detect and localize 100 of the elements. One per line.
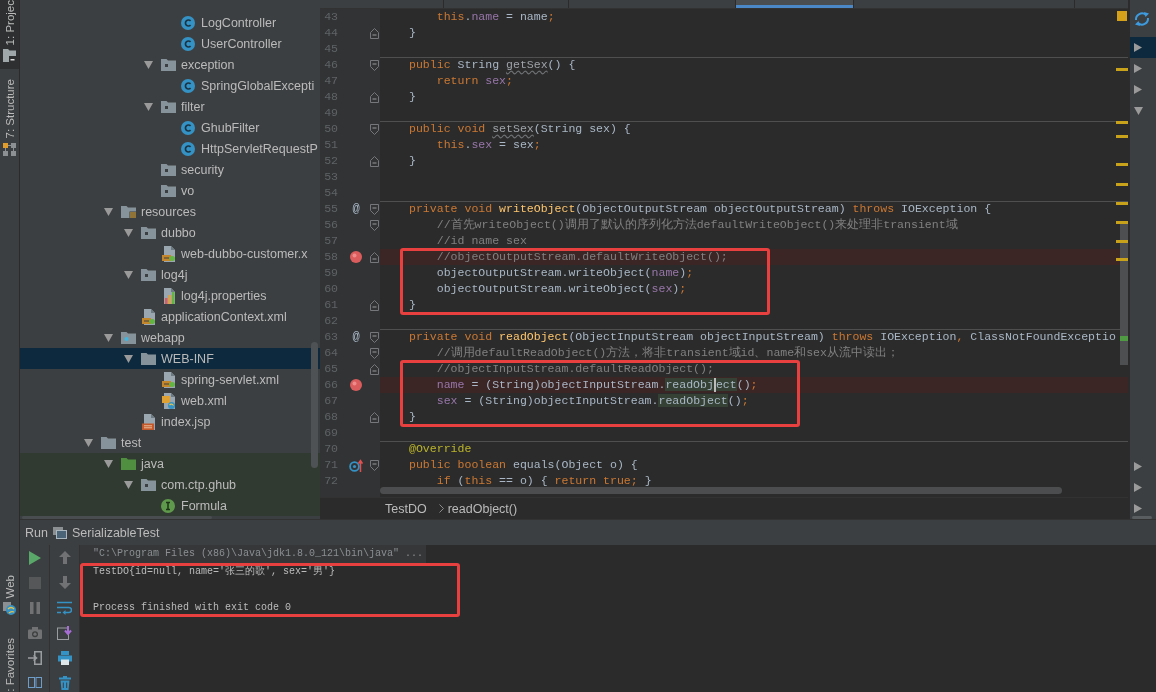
class-icon <box>181 78 195 93</box>
caret-down-icon[interactable] <box>103 333 113 342</box>
caret-down-icon[interactable] <box>103 207 113 216</box>
tree-item[interactable]: log4j.properties <box>20 285 320 306</box>
caret-down-icon[interactable] <box>1134 106 1143 115</box>
tree-item[interactable]: log4j <box>20 264 320 285</box>
caret-right-icon[interactable] <box>1134 43 1142 52</box>
refresh-button[interactable] <box>1133 10 1151 27</box>
fold-minus-icon[interactable] <box>370 123 379 135</box>
code-line: //首先writeObject()调用了默认的序列化方法defaultWriteObject()来处理非transient域 <box>436 218 958 231</box>
jsp-file-icon <box>141 413 155 430</box>
fold-minus-icon[interactable] <box>370 91 379 103</box>
code-line: this.sex = sex; <box>436 138 541 151</box>
source-folder-icon <box>120 457 136 470</box>
fold-minus-icon[interactable] <box>370 363 379 375</box>
tool-window-button[interactable]: 7: Structure <box>0 79 19 163</box>
tree-item[interactable]: Formula <box>20 495 320 516</box>
tree-item[interactable]: web.xml <box>20 390 320 411</box>
tree-item[interactable]: UserController <box>20 33 320 54</box>
run-configuration-tab[interactable]: SerializableTest <box>52 525 160 540</box>
pause-icon <box>29 601 40 614</box>
code-line: objectOutputStream.writeObject(name); <box>436 266 694 279</box>
tree-item[interactable]: SpringGlobalExcepti <box>20 75 320 96</box>
breadcrumb-item[interactable]: readObject() <box>447 501 518 516</box>
tab-label: SerializableTest <box>71 525 160 540</box>
code-line: //调用defaultReadObject()方法，将非transient域id、name和sex从流中读出； <box>436 346 899 359</box>
code-line: } <box>409 154 416 167</box>
gutter-marker[interactable]: @ <box>352 201 360 217</box>
text-cursor <box>713 378 716 392</box>
console-line: Process finished with exit code 0 <box>93 601 292 615</box>
tree-item[interactable]: webapp <box>20 327 320 348</box>
code-line: objectOutputStream.writeObject(sex); <box>436 282 687 295</box>
tool-window-button[interactable]: : Favorites <box>0 636 19 692</box>
tool-window-title: Run <box>25 525 48 540</box>
breakpoint-icon[interactable] <box>350 379 362 391</box>
camera-icon <box>27 626 42 639</box>
fold-minus-icon[interactable] <box>370 411 379 423</box>
printer-icon <box>57 650 72 665</box>
scrollbar-thumb[interactable] <box>311 342 318 468</box>
package-icon <box>160 58 176 71</box>
caret-right-icon[interactable] <box>1134 64 1142 73</box>
class-icon <box>181 15 195 30</box>
tree-item[interactable]: vo <box>20 180 320 201</box>
console-window-icon <box>52 526 67 539</box>
scrollbar-thumb[interactable] <box>380 487 1062 494</box>
web-xml-file-icon <box>161 392 175 409</box>
tree-item[interactable]: LogController <box>20 12 320 33</box>
caret-right-icon[interactable] <box>1134 504 1142 513</box>
caret-down-icon[interactable] <box>143 102 153 111</box>
tree-item[interactable]: java <box>20 453 320 474</box>
tool-window-button[interactable]: Web <box>0 573 19 623</box>
fold-minus-icon[interactable] <box>370 251 379 263</box>
code-line: if (this == o) { return true; } <box>436 474 652 487</box>
fold-minus-icon[interactable] <box>370 219 379 231</box>
stop-icon <box>28 576 41 589</box>
breakpoint-icon[interactable] <box>350 251 362 263</box>
tree-item[interactable]: GhubFilter <box>20 117 320 138</box>
tree-item[interactable]: exception <box>20 54 320 75</box>
fold-minus-icon[interactable] <box>370 155 379 167</box>
tree-item[interactable] <box>1130 37 1156 58</box>
tree-item[interactable]: applicationContext.xml <box>20 306 320 327</box>
arrow-up-icon <box>58 551 71 564</box>
fold-minus-icon[interactable] <box>370 331 379 343</box>
fold-minus-icon[interactable] <box>370 27 379 39</box>
fold-minus-icon[interactable] <box>370 347 379 359</box>
tree-item[interactable]: HttpServletRequestP <box>20 138 320 159</box>
fold-minus-icon[interactable] <box>370 203 379 215</box>
tree-item[interactable]: com.ctp.ghub <box>20 474 320 495</box>
tree-item[interactable]: index.jsp <box>20 411 320 432</box>
scrollbar-thumb[interactable] <box>1120 224 1128 365</box>
caret-down-icon[interactable] <box>123 480 133 489</box>
caret-down-icon[interactable] <box>123 270 133 279</box>
folder-icon <box>140 352 156 365</box>
fold-minus-icon[interactable] <box>370 59 379 71</box>
tree-item[interactable]: dubbo <box>20 222 320 243</box>
gutter-marker[interactable]: @ <box>352 329 360 345</box>
properties-file-icon <box>161 287 175 304</box>
class-icon <box>181 36 195 51</box>
tree-item[interactable]: resources <box>20 201 320 222</box>
tree-item[interactable]: spring-servlet.xml <box>20 369 320 390</box>
tool-window-button[interactable]: 1: Projec <box>0 0 19 70</box>
tree-item[interactable]: WEB-INF <box>20 348 320 369</box>
editor-tab[interactable] <box>736 0 854 8</box>
caret-down-icon[interactable] <box>123 354 133 363</box>
code-line: name = (String)objectInputStream.readObj ect(); <box>436 378 758 391</box>
tree-item[interactable]: security <box>20 159 320 180</box>
fold-minus-icon[interactable] <box>370 459 379 471</box>
caret-right-icon[interactable] <box>1134 462 1142 471</box>
tree-item[interactable]: test <box>20 432 320 453</box>
caret-down-icon[interactable] <box>83 438 93 447</box>
caret-down-icon[interactable] <box>103 459 113 468</box>
caret-right-icon[interactable] <box>1134 483 1142 492</box>
caret-right-icon[interactable] <box>1134 85 1142 94</box>
tree-item[interactable]: web-dubbo-customer.x <box>20 243 320 264</box>
tree-item[interactable]: filter <box>20 96 320 117</box>
caret-down-icon[interactable] <box>123 228 133 237</box>
fold-minus-icon[interactable] <box>370 299 379 311</box>
breadcrumb-item[interactable]: TestDO <box>385 501 427 516</box>
package-icon <box>160 163 176 176</box>
caret-down-icon[interactable] <box>143 60 153 69</box>
